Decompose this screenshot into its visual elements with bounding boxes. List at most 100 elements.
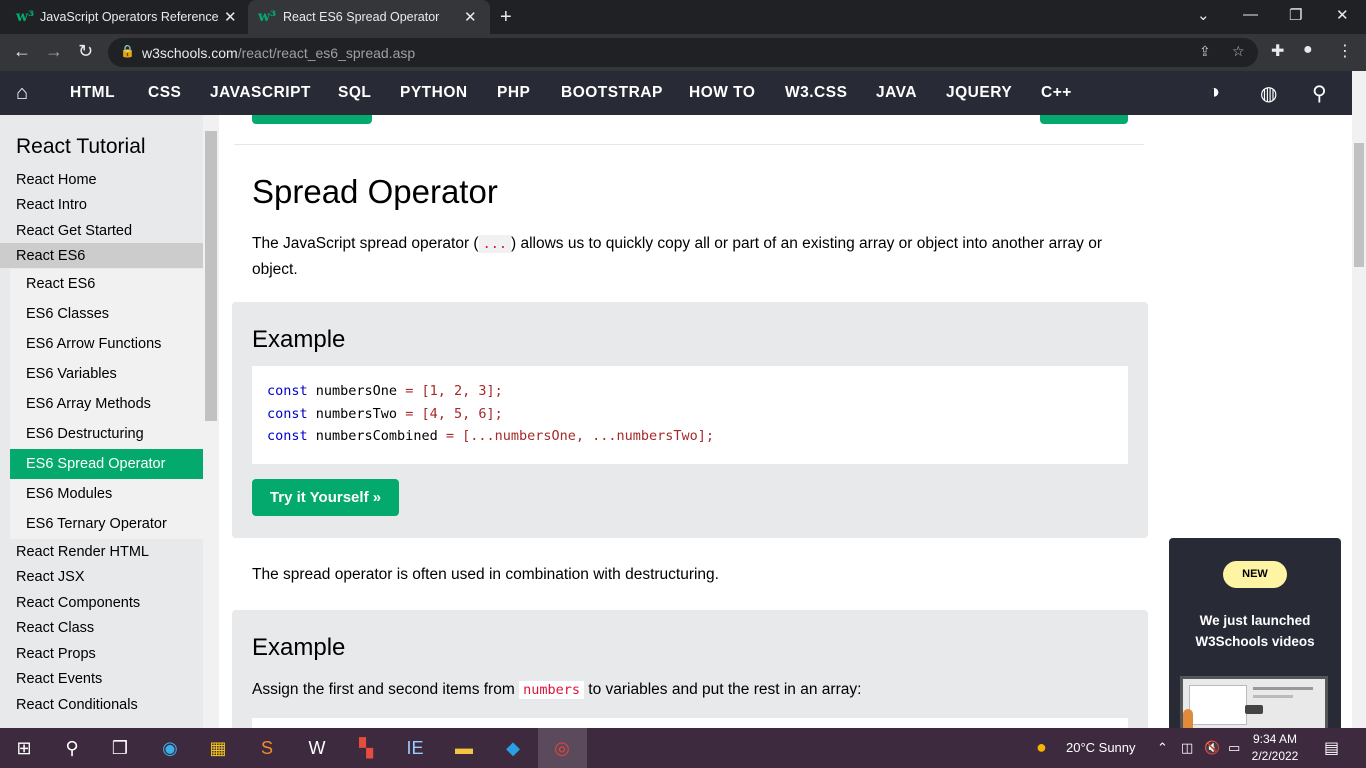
restore-icon[interactable]: ❐ (1289, 6, 1302, 24)
tab-spread-operator[interactable]: w³ React ES6 Spread Operator ✕ (248, 0, 490, 34)
nav-jquery[interactable]: JQUERY (946, 84, 1012, 102)
promo-video-thumbnail[interactable] (1180, 676, 1328, 739)
nav-java[interactable]: JAVA (876, 84, 917, 102)
meet-now-icon[interactable]: ◫ (1181, 740, 1193, 756)
edge-browser-icon[interactable]: ◉ (159, 737, 181, 759)
home-icon[interactable]: ⌂ (16, 82, 28, 105)
nav-python[interactable]: PYTHON (400, 84, 468, 102)
main-content: Spread Operator The JavaScript spread op… (219, 115, 1159, 728)
sidebar-scrollbar[interactable] (203, 115, 219, 728)
dark-mode-icon[interactable]: ◑ (1208, 81, 1220, 104)
sidebar-subitem-classes[interactable]: ES6 Classes (26, 306, 109, 322)
network-icon[interactable]: ▭ (1228, 740, 1240, 756)
search-icon[interactable]: ⚲ (1312, 81, 1327, 106)
forward-arrow-icon[interactable]: → (45, 41, 63, 62)
tab-search-chevron-icon[interactable]: ⌄ (1197, 6, 1210, 24)
sidebar-item-events[interactable]: React Events (16, 671, 102, 687)
sidebar-subitem-arrow-functions[interactable]: ES6 Arrow Functions (26, 336, 161, 352)
sidebar-subitem-array-methods[interactable]: ES6 Array Methods (26, 396, 151, 412)
nav-css[interactable]: CSS (148, 84, 181, 102)
intellij-icon[interactable]: IE (404, 737, 426, 759)
address-toolbar: ← → ↻ 🔒 w3schools.com/react/react_es6_sp… (0, 34, 1366, 71)
sidebar-item-conditionals[interactable]: React Conditionals (16, 697, 138, 713)
system-clock[interactable]: 9:34 AM 2/2/2022 (1240, 731, 1310, 765)
sidebar-scrollbar-thumb[interactable] (205, 131, 217, 421)
globe-icon[interactable]: ◍ (1260, 81, 1277, 106)
nav-html[interactable]: HTML (70, 84, 115, 102)
sidebar-subitem-spread-operator[interactable]: ES6 Spread Operator (26, 456, 165, 472)
sidebar-item-react-intro[interactable]: React Intro (16, 197, 87, 213)
microsoft-store-icon[interactable]: ▦ (207, 737, 229, 759)
right-column: NEW We just launched W3Schools videos (1159, 115, 1352, 739)
nav-javascript[interactable]: JAVASCRIPT (210, 84, 311, 102)
w3schools-favicon-icon: w³ (258, 9, 277, 25)
chrome-icon[interactable]: ◎ (551, 737, 573, 759)
code-line: const numbersCombined = [...numbersOne, … (267, 428, 715, 444)
notifications-icon[interactable]: ▤ (1324, 738, 1339, 758)
tab-operators-reference[interactable]: w³ JavaScript Operators Reference ✕ (16, 0, 248, 34)
weather-text[interactable]: 20°C Sunny (1066, 740, 1136, 755)
site-top-nav: ⌂ HTML CSS JAVASCRIPT SQL PYTHON PHP BOO… (0, 71, 1352, 115)
extensions-puzzle-icon[interactable]: ✚ (1271, 41, 1284, 61)
new-tab-icon[interactable]: + (500, 6, 512, 29)
close-tab-icon[interactable]: ✕ (224, 8, 237, 26)
sidebar-item-jsx[interactable]: React JSX (16, 569, 85, 585)
sidebar-item-get-started[interactable]: React Get Started (16, 223, 132, 239)
task-view-icon[interactable]: ❒ (109, 737, 131, 759)
sidebar-title: React Tutorial (16, 135, 146, 158)
sidebar-item-react-es6-section[interactable]: React ES6 (16, 248, 85, 264)
weather-sun-icon[interactable]: ● (1036, 737, 1047, 758)
windows-start-icon[interactable]: ⊞ (13, 737, 35, 759)
close-tab-icon[interactable]: ✕ (464, 8, 477, 26)
vscode-icon[interactable]: ◆ (502, 737, 524, 759)
nav-sql[interactable]: SQL (338, 84, 371, 102)
share-icon[interactable]: ⇪ (1199, 43, 1211, 60)
address-bar[interactable]: 🔒 w3schools.com/react/react_es6_spread.a… (108, 38, 1258, 67)
nav-php[interactable]: PHP (497, 84, 530, 102)
file-explorer-icon[interactable]: ▬ (453, 737, 475, 759)
sidebar-subitem-react-es6[interactable]: React ES6 (26, 276, 95, 292)
app-w-icon[interactable]: W (306, 737, 328, 759)
bookmark-star-icon[interactable]: ☆ (1232, 43, 1245, 60)
search-icon[interactable]: ⚲ (61, 737, 83, 759)
code-block (252, 718, 1128, 728)
sidebar-subitem-modules[interactable]: ES6 Modules (26, 486, 112, 502)
app-blocks-icon[interactable]: ▚ (355, 737, 377, 759)
code-line: const numbersOne = [1, 2, 3]; (267, 383, 503, 399)
sidebar-item-render-html[interactable]: React Render HTML (16, 544, 149, 560)
next-button-edge[interactable] (1040, 115, 1128, 124)
url-text[interactable]: w3schools.com/react/react_es6_spread.asp (142, 45, 415, 61)
page-scrollbar-thumb[interactable] (1354, 143, 1364, 267)
try-it-yourself-button[interactable]: Try it Yourself » (252, 479, 399, 516)
inline-code: ... (478, 235, 511, 253)
sublime-text-icon[interactable]: S (256, 737, 278, 759)
reload-icon[interactable]: ↻ (78, 41, 93, 62)
menu-kebab-icon[interactable]: ⋮ (1337, 41, 1353, 61)
previous-button-edge[interactable] (252, 115, 372, 124)
sidebar-item-class[interactable]: React Class (16, 620, 94, 636)
tray-chevron-up-icon[interactable]: ⌃ (1157, 740, 1168, 756)
minimize-icon[interactable]: — (1243, 6, 1258, 23)
nav-cpp[interactable]: C++ (1041, 84, 1072, 102)
volume-muted-icon[interactable]: 🔇 (1204, 740, 1220, 756)
code-line: const numbersTwo = [4, 5, 6]; (267, 405, 503, 422)
sidebar-subitem-destructuring[interactable]: ES6 Destructuring (26, 426, 144, 442)
page-scrollbar[interactable] (1352, 71, 1366, 728)
back-arrow-icon[interactable]: ← (13, 41, 31, 62)
sidebar-item-components[interactable]: React Components (16, 595, 140, 611)
example-heading: Example (252, 634, 346, 661)
sidebar-item-props[interactable]: React Props (16, 646, 96, 662)
divider (234, 144, 1144, 145)
nav-how-to[interactable]: HOW TO (689, 84, 755, 102)
close-window-icon[interactable]: ✕ (1336, 6, 1349, 24)
nav-w3css[interactable]: W3.CSS (785, 84, 847, 102)
sidebar-subitem-ternary[interactable]: ES6 Ternary Operator (26, 516, 167, 532)
sidebar-subitem-variables[interactable]: ES6 Variables (26, 366, 117, 382)
promo-text: We just launched W3Schools videos (1195, 613, 1315, 649)
video-promo-card[interactable]: NEW We just launched W3Schools videos (1169, 538, 1341, 739)
profile-avatar-icon[interactable]: ● (1303, 41, 1313, 59)
sidebar-item-react-home[interactable]: React Home (16, 172, 97, 188)
example-box-1: Example const numbersOne = [1, 2, 3]; co… (232, 302, 1148, 538)
code-block: const numbersOne = [1, 2, 3]; const numb… (252, 366, 1128, 464)
nav-bootstrap[interactable]: BOOTSTRAP (561, 84, 663, 102)
